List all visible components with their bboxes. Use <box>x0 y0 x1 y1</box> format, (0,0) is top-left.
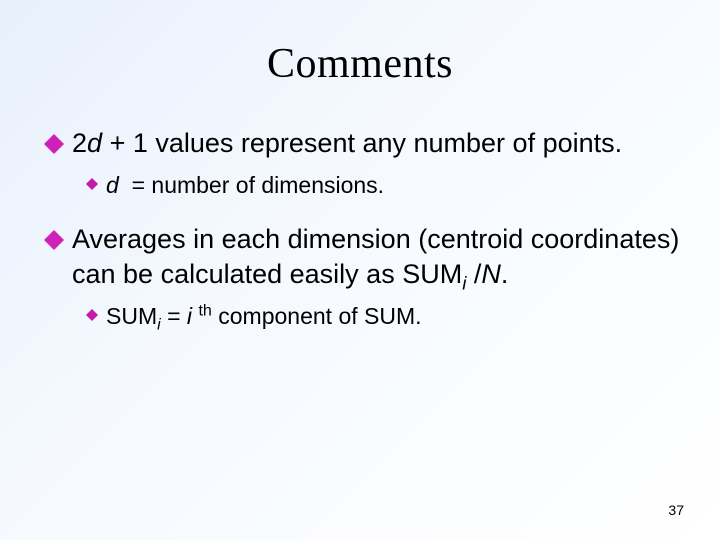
slide: Comments 2d + 1 values represent any num… <box>0 0 720 540</box>
bullet-main-2: Averages in each dimension (centroid coo… <box>38 222 682 291</box>
bullet-sub-2: SUMi = i th component of SUM. <box>38 302 682 332</box>
mini-diamond-icon <box>86 178 98 190</box>
bullet-main-1: 2d + 1 values represent any number of po… <box>38 126 682 161</box>
bullet-text: Averages in each dimension (centroid coo… <box>72 222 682 291</box>
page-number: 37 <box>668 502 684 518</box>
bullet-sub-1: d = number of dimensions. <box>38 171 682 201</box>
diamond-icon <box>44 230 64 250</box>
diamond-icon <box>44 134 64 154</box>
bullet-text: 2d + 1 values represent any number of po… <box>72 126 622 161</box>
sub-bullet-text: SUMi = i th component of SUM. <box>106 302 422 332</box>
slide-title: Comments <box>38 40 682 88</box>
mini-diamond-icon <box>86 309 98 321</box>
sub-bullet-text: d = number of dimensions. <box>106 171 384 201</box>
